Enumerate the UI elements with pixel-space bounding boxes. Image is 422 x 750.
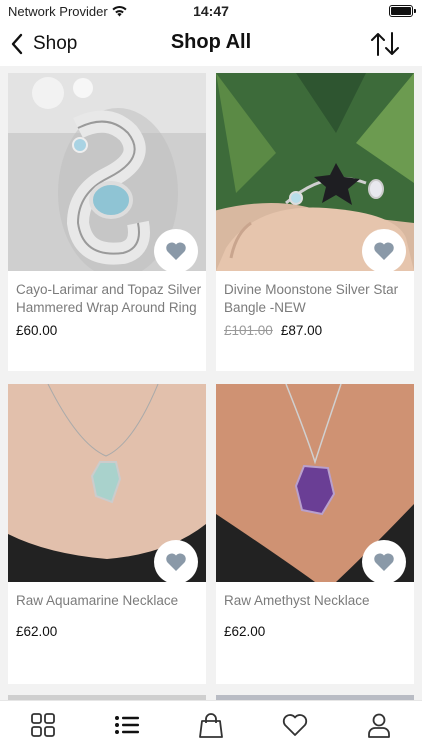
product-name: Cayo-Larimar and Topaz Silver Hammered W… bbox=[16, 282, 202, 315]
tab-profile[interactable] bbox=[365, 711, 393, 739]
tab-bar bbox=[0, 700, 422, 750]
product-price: £60.00 bbox=[16, 323, 58, 338]
status-bar: Network Provider 14:47 bbox=[0, 0, 422, 22]
tab-favorites[interactable] bbox=[281, 711, 309, 739]
tab-bag[interactable] bbox=[197, 711, 225, 739]
favorite-button[interactable] bbox=[362, 540, 406, 584]
favorite-button[interactable] bbox=[362, 229, 406, 273]
battery-icon bbox=[389, 5, 416, 17]
profile-icon bbox=[368, 713, 390, 738]
heart-icon bbox=[374, 242, 394, 260]
heart-icon bbox=[166, 553, 186, 571]
bag-icon bbox=[199, 713, 223, 738]
product-card[interactable]: Cayo-Larimar and Topaz Silver Hammered W… bbox=[8, 73, 206, 371]
product-price: £87.00 bbox=[280, 323, 323, 338]
tab-list[interactable] bbox=[113, 711, 141, 739]
product-price-row: £62.00 bbox=[16, 624, 57, 639]
product-name: Raw Amethyst Necklace bbox=[224, 593, 370, 608]
sort-button[interactable] bbox=[370, 31, 400, 57]
tab-grid[interactable] bbox=[29, 711, 57, 739]
page-title: Shop All bbox=[170, 31, 252, 53]
navigation-bar: Shop Shop All bbox=[0, 22, 422, 66]
product-price-row: £60.00 bbox=[16, 323, 57, 338]
grid-icon bbox=[31, 713, 55, 737]
product-old-price: £101.00 bbox=[224, 323, 273, 338]
heart-icon bbox=[166, 242, 186, 260]
product-price-row: £101.00 £87.00 bbox=[224, 323, 322, 338]
product-name: Divine Moonstone Silver Star Bangle -NEW bbox=[224, 282, 399, 315]
product-card[interactable]: Divine Moonstone Silver Star Bangle -NEW… bbox=[216, 73, 414, 371]
product-price-row: £62.00 bbox=[224, 624, 265, 639]
product-card[interactable]: Raw Amethyst Necklace £62.00 bbox=[216, 384, 414, 684]
product-grid: Cayo-Larimar and Topaz Silver Hammered W… bbox=[0, 66, 422, 700]
product-name: Raw Aquamarine Necklace bbox=[16, 593, 179, 608]
favorite-button[interactable] bbox=[154, 229, 198, 273]
favorite-button[interactable] bbox=[154, 540, 198, 584]
clock: 14:47 bbox=[193, 3, 229, 19]
heart-icon bbox=[374, 553, 394, 571]
product-price: £62.00 bbox=[224, 624, 266, 639]
heart-icon bbox=[282, 714, 308, 736]
sort-arrows-icon bbox=[371, 32, 399, 56]
product-card[interactable]: Raw Aquamarine Necklace £62.00 bbox=[8, 384, 206, 684]
list-icon bbox=[115, 716, 139, 734]
product-price: £62.00 bbox=[16, 624, 58, 639]
